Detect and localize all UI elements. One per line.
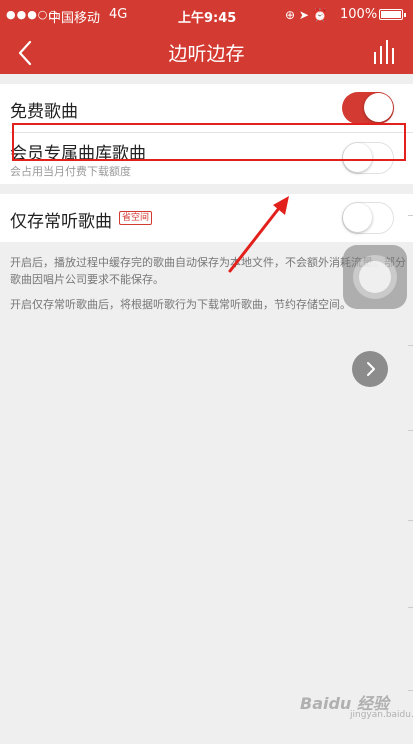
equalizer-button[interactable]	[371, 38, 399, 66]
baidu-watermark-url: jingyan.baidu.com	[350, 710, 413, 720]
assistive-touch-button[interactable]	[343, 245, 407, 309]
status-icons: ⊕ ➤ ⏰	[285, 8, 328, 22]
battery-icon	[379, 9, 406, 20]
frequent-songs-label: 仅存常听歌曲	[10, 212, 112, 232]
free-songs-label: 免费歌曲	[10, 102, 78, 122]
annotation-arrow-icon	[228, 196, 289, 273]
free-songs-toggle[interactable]	[342, 92, 394, 124]
save-space-badge: 省空间	[119, 211, 153, 225]
page-title: 边听边存	[168, 43, 245, 65]
next-button[interactable]	[352, 351, 388, 387]
frequent-songs-toggle[interactable]	[342, 202, 394, 234]
carrier-name: 中国移动	[48, 11, 101, 26]
frequent-songs-card: 仅存常听歌曲 省空间	[0, 194, 413, 242]
vip-songs-sublabel: 会占用当月付费下载额度	[10, 165, 131, 178]
navigation-bar: 边听边存	[0, 30, 413, 74]
status-bar: ●●●○○ 中国移动 4G 上午9:45 ⊕ ➤ ⏰ 100%	[0, 0, 413, 30]
toggle-knob	[343, 203, 372, 232]
network-type: 4G	[109, 7, 128, 22]
status-time: 上午9:45	[178, 11, 237, 26]
chevron-right-icon	[367, 362, 375, 376]
toggle-knob	[364, 93, 393, 122]
equalizer-icon	[374, 40, 394, 64]
battery-percent: 100%	[340, 7, 378, 22]
annotation-highlight-box	[12, 123, 406, 161]
